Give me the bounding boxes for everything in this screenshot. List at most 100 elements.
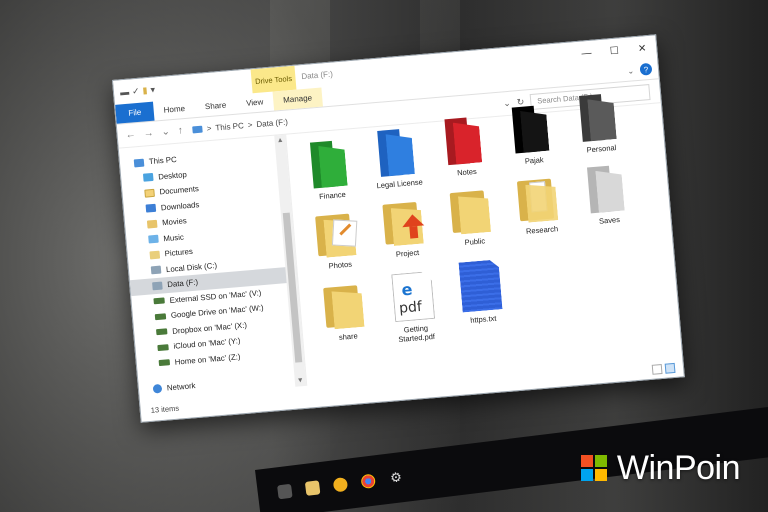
settings-gear-icon[interactable]: ⚙ (388, 469, 404, 486)
view-toggle (651, 362, 676, 375)
file-item-research[interactable]: Research (507, 175, 574, 237)
red-folder-icon (444, 116, 484, 166)
file-item-getting-started-pdf[interactable]: e pdf Getting Started.pdf (380, 270, 448, 345)
file-explorer-icon[interactable] (304, 480, 321, 496)
network-drive-icon (158, 359, 171, 367)
pc-icon (192, 125, 204, 134)
movies-icon (146, 219, 158, 229)
drive-icon[interactable]: ▬ (120, 87, 130, 98)
task-view-icon[interactable] (277, 483, 293, 500)
customize-qat-icon[interactable]: ▾ (150, 84, 155, 95)
tab-manage[interactable]: Manage (272, 87, 323, 111)
address-separator: > (206, 123, 212, 134)
minimize-button[interactable]: — (571, 40, 601, 66)
new-folder-icon[interactable]: ▮ (142, 85, 148, 96)
brand-name: WinPoin (616, 449, 741, 487)
network-drive-icon (156, 328, 168, 336)
navigation-buttons: ← → ⌄ ↑ (125, 125, 183, 141)
sidebar-item-label: Music (163, 232, 185, 243)
file-item-photos[interactable]: Photos (305, 210, 372, 272)
large-icons-view-icon[interactable] (664, 362, 676, 374)
firefox-icon[interactable] (332, 476, 349, 493)
pictures-icon (149, 250, 161, 260)
tab-file[interactable]: File (115, 101, 155, 124)
file-item-legal-license[interactable]: Legal License (364, 127, 431, 191)
tab-share[interactable]: Share (194, 95, 237, 117)
chrome-icon[interactable] (360, 473, 377, 490)
file-item-label: Photos (328, 259, 353, 271)
file-explorer-window: ▬ ✓ ▮ ▾ Drive Tools Data (F:) — ☐ ✕ File… (112, 34, 685, 423)
file-item-label: Personal (586, 143, 617, 155)
tab-home[interactable]: Home (153, 98, 196, 120)
scroll-down-arrow-icon[interactable]: ▼ (295, 377, 307, 385)
sidebar-item-label: This PC (148, 155, 178, 167)
file-item-label: Project (395, 247, 420, 259)
tab-view[interactable]: View (235, 92, 274, 114)
close-button[interactable]: ✕ (627, 35, 657, 61)
pdf-glyph: pdf (398, 298, 423, 317)
research-folder-icon (515, 176, 565, 224)
project-folder-icon (380, 199, 430, 247)
disk-icon (152, 281, 163, 291)
sidebar-item-label: Movies (161, 216, 188, 228)
quick-access-toolbar: ▬ ✓ ▮ ▾ (114, 84, 156, 98)
edge-logo-icon: e (400, 279, 414, 300)
documents-icon (144, 188, 155, 198)
back-arrow-icon[interactable]: ← (125, 129, 136, 141)
item-count: 13 items (150, 403, 180, 415)
file-item-finance[interactable]: Finance (297, 139, 364, 203)
breadcrumb-this-pc[interactable]: This PC (215, 121, 244, 132)
sidebar-item-label: Data (F:) (166, 277, 199, 290)
file-item-share[interactable]: share (313, 282, 380, 344)
file-item-label: Legal License (376, 177, 424, 191)
folder-icon (447, 187, 497, 235)
file-item-label: Research (525, 224, 559, 236)
file-item-https-txt[interactable]: https.txt (448, 258, 515, 326)
forward-arrow-icon[interactable]: → (143, 128, 154, 140)
file-item-label: Public (464, 236, 486, 248)
light-gray-folder-icon (586, 165, 627, 214)
folder-icon (321, 282, 371, 330)
watermark-brand: WinPoin (580, 449, 741, 488)
sidebar-item-label: Home on 'Mac' (Z:) (174, 351, 241, 367)
pdf-file-icon: e pdf (391, 271, 435, 322)
file-item-project[interactable]: Project (372, 198, 439, 260)
sidebar-item-label: Documents (159, 184, 200, 197)
sidebar-item-label: Downloads (160, 199, 200, 213)
pc-icon (133, 158, 145, 168)
expand-ribbon-icon[interactable]: ⌄ (627, 66, 634, 76)
file-list: Finance Legal License Notes Pajak Person… (290, 94, 682, 385)
scroll-up-arrow-icon[interactable]: ▲ (274, 137, 286, 145)
help-icon[interactable]: ? (639, 62, 653, 76)
network-drive-icon (157, 343, 169, 351)
details-view-icon[interactable] (651, 363, 663, 375)
downloads-icon (145, 204, 157, 213)
desktop-icon (142, 173, 154, 182)
window-title: Data (F:) (301, 69, 334, 82)
file-item-public[interactable]: Public (440, 187, 507, 249)
network-drive-icon (153, 297, 165, 305)
windows-logo-icon (580, 454, 609, 483)
file-item-personal[interactable]: Personal (566, 92, 633, 156)
sidebar-item-label: Local Disk (C:) (165, 260, 218, 274)
file-item-notes[interactable]: Notes (432, 115, 499, 179)
photos-folder-icon (313, 211, 363, 259)
file-item-label: https.txt (469, 313, 497, 325)
sidebar-item-label: Desktop (157, 169, 188, 182)
maximize-button[interactable]: ☐ (599, 38, 629, 64)
breadcrumb-data-drive[interactable]: Data (F:) (256, 117, 288, 129)
explorer-body: This PC Desktop Documents Downloads Movi… (118, 94, 684, 422)
properties-icon[interactable]: ✓ (132, 85, 140, 97)
text-file-icon (458, 259, 502, 312)
ribbon-right-controls: ⌄ ? (627, 62, 653, 77)
file-item-label: Pajak (524, 155, 544, 166)
up-arrow-icon[interactable]: ↑ (177, 125, 183, 136)
green-folder-icon (309, 140, 350, 189)
address-separator: > (247, 120, 253, 130)
file-item-saves[interactable]: Saves (574, 163, 641, 227)
blue-folder-icon (377, 128, 417, 177)
network-drive-icon (154, 313, 167, 320)
file-item-pajak[interactable]: Pajak (499, 104, 566, 168)
sidebar-item-label: Pictures (164, 247, 194, 259)
recent-locations-icon[interactable]: ⌄ (161, 126, 170, 138)
